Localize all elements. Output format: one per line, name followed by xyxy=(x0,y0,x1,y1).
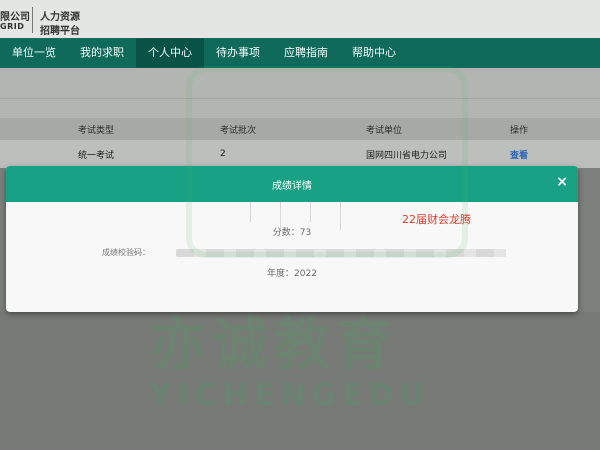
column-header-action: 操作 xyxy=(510,125,529,136)
main-nav: 单位一览 我的求职 个人中心 待办事项 应聘指南 帮助中心 xyxy=(0,38,600,68)
screen: 限公司 GRID 人力资源 招聘平台 单位一览 我的求职 个人中心 待办事项 应… xyxy=(0,0,600,450)
nav-item-guide[interactable]: 应聘指南 xyxy=(272,38,340,68)
ruler-tick xyxy=(310,200,311,222)
view-link[interactable]: 查看 xyxy=(510,140,528,168)
watermark-text: 亦诚教育 xyxy=(150,312,398,378)
site-header: 限公司 GRID 人力资源 招聘平台 xyxy=(0,0,600,39)
platform-title-line1: 人力资源 xyxy=(40,12,80,23)
year-value: 年度：2022 xyxy=(267,269,317,279)
cell-exam-type: 统一考试 xyxy=(78,150,115,161)
column-header-exam-type: 考试类型 xyxy=(78,125,115,136)
nav-item-todo[interactable]: 待办事项 xyxy=(204,38,272,68)
verify-code-label: 成绩校验码： xyxy=(102,248,150,257)
ruler-tick xyxy=(250,200,251,222)
ruler-tick xyxy=(280,200,281,230)
nav-item-my-applications[interactable]: 我的求职 xyxy=(68,38,136,68)
close-icon[interactable]: × xyxy=(556,174,568,190)
ruler-tick xyxy=(340,200,341,230)
watermark-book-icon xyxy=(186,66,468,258)
platform-title-line2: 招聘平台 xyxy=(40,26,80,37)
nav-item-units[interactable]: 单位一览 xyxy=(0,38,68,68)
brand-divider xyxy=(32,7,33,33)
nav-item-personal-center[interactable]: 个人中心 xyxy=(136,38,204,68)
org-name: 限公司 xyxy=(0,12,30,23)
nav-item-help[interactable]: 帮助中心 xyxy=(340,38,408,68)
org-logo-text: GRID xyxy=(0,22,25,31)
watermark-subtext: YICHENGEDU xyxy=(150,378,430,413)
